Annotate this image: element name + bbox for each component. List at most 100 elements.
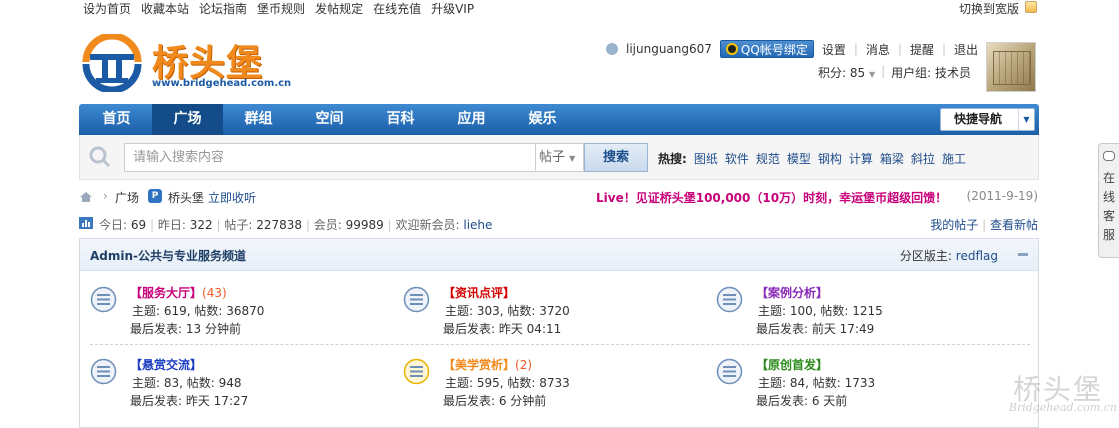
qq-listen-icon[interactable]: P xyxy=(148,189,162,203)
messages-link[interactable]: 消息 xyxy=(866,41,890,58)
board-name[interactable]: 【资讯点评】 xyxy=(443,284,515,301)
board-stats: 主题: 619, 帖数: 36870 xyxy=(132,304,265,318)
board-item[interactable]: 【美学赏析】(2) 主题: 595, 帖数: 8733 最后发表: 6 分钟前 xyxy=(403,353,703,409)
posts-value: 227838 xyxy=(256,218,303,232)
top-link-post-rules[interactable]: 发帖规定 xyxy=(315,0,363,17)
board-item[interactable]: 【案例分析】主题: 100, 帖数: 1215 最后发表: 前天 17:49 xyxy=(716,281,1016,337)
qq-bind-button[interactable]: QQ帐号绑定 xyxy=(719,40,814,58)
collapse-icon[interactable] xyxy=(1018,253,1028,256)
board-last-post[interactable]: 最后发表: 昨天 17:27 xyxy=(130,392,248,409)
board-stats: 主题: 83, 帖数: 948 xyxy=(132,376,242,390)
board-name[interactable]: 【美学赏析】(2) xyxy=(443,356,532,373)
listen-link[interactable]: 立即收听 xyxy=(208,189,256,206)
board-item[interactable]: 【原创首发】主题: 84, 帖数: 1733 最后发表: 6 天前 xyxy=(716,353,1016,409)
hot-term[interactable]: 斜拉 xyxy=(911,150,935,167)
board-name[interactable]: 【案例分析】 xyxy=(756,284,828,301)
board-last-post[interactable]: 最后发表: 6 分钟前 xyxy=(443,392,546,409)
divider: | xyxy=(216,218,221,232)
board-last-post[interactable]: 最后发表: 6 天前 xyxy=(756,392,847,409)
board-last-post[interactable]: 最后发表: 前天 17:49 xyxy=(756,320,874,337)
members-value: 99989 xyxy=(345,218,384,232)
user-icon xyxy=(606,43,618,55)
hot-term[interactable]: 箱梁 xyxy=(880,150,904,167)
chevron-down-icon: ▼ xyxy=(1018,109,1034,130)
wide-toggle-icon[interactable] xyxy=(1025,1,1037,13)
bridge-logo-icon xyxy=(82,34,142,92)
board-item[interactable]: 【资讯点评】主题: 303, 帖数: 3720 最后发表: 昨天 04:11 xyxy=(403,281,703,337)
board-status-icon xyxy=(716,358,743,385)
top-links: 设为首页 收藏本站 论坛指南 堡币规则 发帖规定 在线充值 升级VIP xyxy=(83,0,474,17)
hot-term[interactable]: 施工 xyxy=(942,150,966,167)
top-link-bookmark[interactable]: 收藏本站 xyxy=(141,0,189,17)
forum-name: 桥头堡 xyxy=(168,191,205,205)
my-posts-link[interactable]: 我的帖子 xyxy=(930,218,978,232)
top-link-set-home[interactable]: 设为首页 xyxy=(83,0,131,17)
breadcrumb-separator-icon: › xyxy=(103,189,108,203)
site-logo[interactable]: 桥头堡 www.bridgehead.com.cn xyxy=(80,32,291,96)
moderator-info: 分区版主: redflag xyxy=(900,247,998,264)
usergroup-link[interactable]: 用户组: 技术员 xyxy=(891,64,971,81)
hot-term[interactable]: 软件 xyxy=(725,150,749,167)
online-service-tab[interactable]: 在线客服 xyxy=(1098,143,1119,258)
yesterday-value: 322 xyxy=(189,218,213,232)
nav-home[interactable]: 首页 xyxy=(81,104,152,135)
notifications-link[interactable]: 提醒 xyxy=(910,41,934,58)
search-bar: 请输入搜索内容 帖子 ▼ 搜索 热搜: 图纸 软件 规范 模型 钢构 计算 箱梁… xyxy=(79,135,1039,180)
search-input[interactable]: 请输入搜索内容 xyxy=(124,143,536,172)
new-member-link[interactable]: liehe xyxy=(463,218,492,232)
hot-term[interactable]: 钢构 xyxy=(818,150,842,167)
user-box: lijunguang607 QQ帐号绑定 设置 | 消息 | 提醒 | 退出 积… xyxy=(606,38,1036,98)
hot-term[interactable]: 图纸 xyxy=(694,150,718,167)
board-status-icon xyxy=(90,286,117,313)
top-link-guide[interactable]: 论坛指南 xyxy=(199,0,247,17)
moderator-link[interactable]: redflag xyxy=(956,249,998,263)
breadcrumb-current[interactable]: 广场 xyxy=(115,189,139,206)
board-last-post[interactable]: 最后发表: 13 分钟前 xyxy=(130,320,241,337)
nav-entertainment[interactable]: 娱乐 xyxy=(507,104,578,135)
board-item[interactable]: 【悬赏交流】主题: 83, 帖数: 948 最后发表: 昨天 17:27 xyxy=(90,353,390,409)
board-name[interactable]: 【原创首发】 xyxy=(756,356,828,373)
board-last-post[interactable]: 最后发表: 昨天 04:11 xyxy=(443,320,561,337)
wide-toggle-link[interactable]: 切换到宽版 xyxy=(959,0,1019,17)
nav-apps[interactable]: 应用 xyxy=(436,104,507,135)
welcome-label: 欢迎新会员: xyxy=(395,218,460,232)
hot-term[interactable]: 规范 xyxy=(756,150,780,167)
today-value: 69 xyxy=(130,218,147,232)
new-posts-link[interactable]: 查看新帖 xyxy=(990,218,1038,232)
nav-wiki[interactable]: 百科 xyxy=(365,104,436,135)
points-link[interactable]: 积分: 85 ▼ xyxy=(818,64,875,81)
username-link[interactable]: lijunguang607 xyxy=(626,42,712,56)
board-name[interactable]: 【悬赏交流】 xyxy=(130,356,202,373)
nav-space[interactable]: 空间 xyxy=(294,104,365,135)
board-title: 【原创首发】 xyxy=(756,358,829,372)
search-type-select[interactable]: 帖子 ▼ xyxy=(536,143,584,172)
stats-links: 我的帖子 | 查看新帖 xyxy=(930,216,1038,233)
forum-group-title[interactable]: Admin-公共与专业服务频道 xyxy=(90,247,246,264)
board-stats: 主题: 100, 帖数: 1215 xyxy=(758,304,883,318)
top-link-vip[interactable]: 升级VIP xyxy=(431,0,474,17)
divider: | xyxy=(387,218,392,232)
chevron-down-icon: ▼ xyxy=(868,70,876,79)
watermark-text-en: Bridgehead.com.cn xyxy=(1008,401,1117,414)
home-icon[interactable] xyxy=(79,191,93,203)
hot-term[interactable]: 模型 xyxy=(787,150,811,167)
board-new-count: (43) xyxy=(202,286,227,300)
nav-groups[interactable]: 群组 xyxy=(223,104,294,135)
hot-term[interactable]: 计算 xyxy=(849,150,873,167)
board-stats: 主题: 303, 帖数: 3720 xyxy=(445,304,570,318)
nav-square[interactable]: 广场 xyxy=(152,104,223,135)
board-status-icon xyxy=(90,358,117,385)
search-button[interactable]: 搜索 xyxy=(584,143,648,172)
avatar[interactable] xyxy=(986,42,1036,92)
promo-link[interactable]: Live！见证桥头堡100,000（10万）时刻，幸运堡币超级回馈！ xyxy=(596,189,947,206)
top-link-coin-rules[interactable]: 堡币规则 xyxy=(257,0,305,17)
board-stats: 主题: 84, 帖数: 1733 xyxy=(758,376,876,390)
top-link-recharge[interactable]: 在线充值 xyxy=(373,0,421,17)
forum-group: Admin-公共与专业服务频道 分区版主: redflag 【服务大厅】(43)… xyxy=(79,238,1039,428)
logout-link[interactable]: 退出 xyxy=(954,41,978,58)
board-name[interactable]: 【服务大厅】(43) xyxy=(130,284,227,301)
quick-nav-button[interactable]: 快捷导航 ▼ xyxy=(940,108,1035,131)
settings-link[interactable]: 设置 xyxy=(822,41,846,58)
board-stats: 主题: 595, 帖数: 8733 xyxy=(445,376,570,390)
board-item[interactable]: 【服务大厅】(43) 主题: 619, 帖数: 36870 最后发表: 13 分钟前 xyxy=(90,281,390,337)
